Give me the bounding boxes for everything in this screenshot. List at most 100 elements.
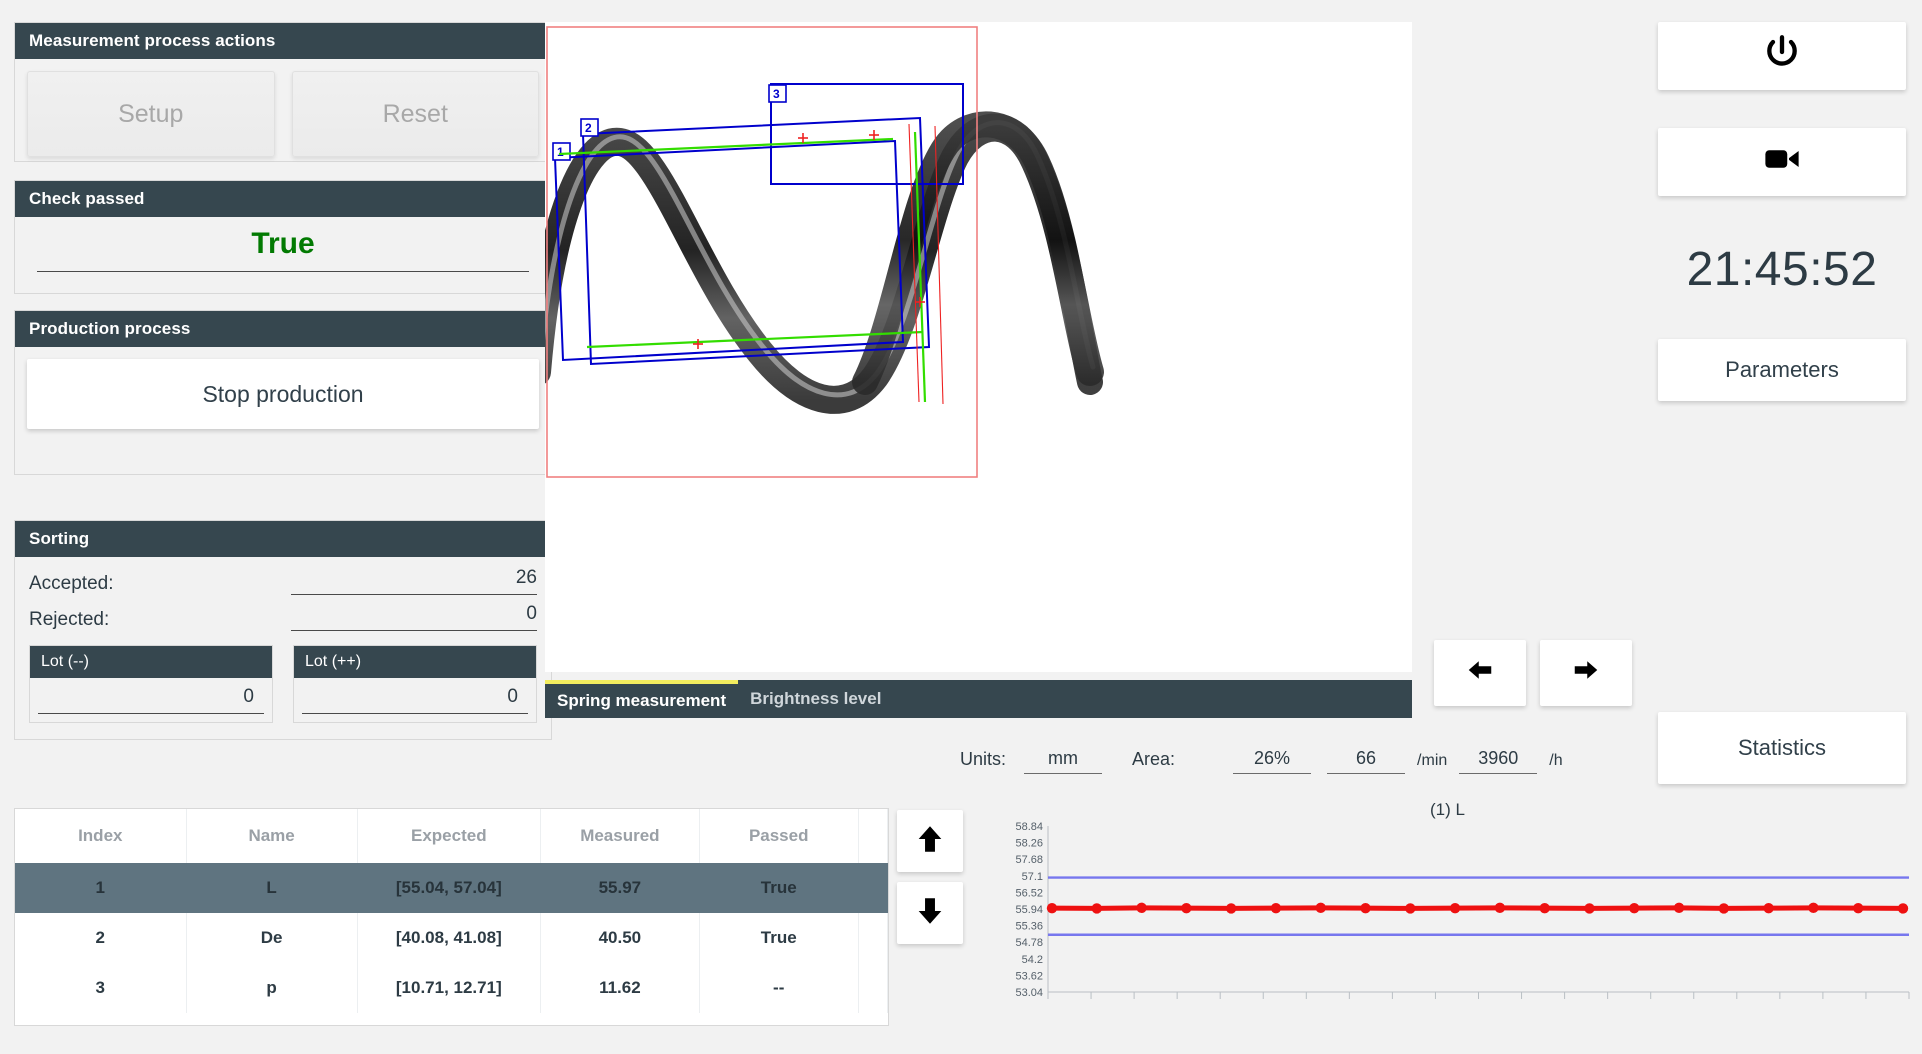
chart-data-point[interactable]	[1584, 903, 1595, 914]
clock-display: 21:45:52	[1686, 243, 1878, 296]
application-window: Measurement process actions Setup Reset …	[0, 0, 1922, 1054]
accepted-label: Accepted:	[29, 573, 114, 594]
rate-per-minute-field[interactable]: 66	[1327, 748, 1406, 774]
cell-measured: 11.62	[540, 963, 700, 1013]
column-header-passed: Passed	[699, 809, 859, 863]
accepted-value: 26	[291, 567, 537, 595]
measurement-results-table[interactable]: Index Name Expected Measured Passed 1 L …	[14, 808, 889, 1026]
cell-expected: [55.04, 57.04]	[357, 863, 541, 913]
cell-blank	[858, 913, 889, 963]
lot-minus-title: Lot (--)	[30, 646, 272, 678]
statistics-button[interactable]: Statistics	[1658, 712, 1906, 784]
stop-production-button[interactable]: Stop production	[27, 359, 539, 429]
units-value-field[interactable]: mm	[1024, 748, 1103, 774]
parameters-button[interactable]: Parameters	[1658, 339, 1906, 401]
chart-data-point[interactable]	[1225, 903, 1237, 914]
production-process-body: Stop production	[15, 347, 551, 441]
cell-passed: --	[699, 963, 859, 1013]
table-header-row: Index Name Expected Measured Passed	[15, 809, 889, 863]
lot-plus-pad	[294, 714, 536, 722]
setup-button[interactable]: Setup	[27, 71, 275, 157]
chart-data-point[interactable]	[1449, 902, 1461, 914]
chart-data-point[interactable]	[1673, 902, 1685, 914]
check-passed-value: True	[251, 227, 315, 260]
chart-y-tick-label: 58.84	[1015, 821, 1043, 833]
chart-data-point[interactable]	[1270, 902, 1282, 914]
chart-data-point[interactable]	[1181, 902, 1192, 914]
production-process-panel: Production process Stop production	[14, 310, 552, 475]
navigation-arrows	[1434, 640, 1632, 706]
reset-button[interactable]: Reset	[291, 71, 539, 157]
spring-measurement-overlay: 1 2 3	[545, 22, 1412, 672]
chart-y-tick-label: 57.68	[1015, 854, 1043, 866]
table-row[interactable]: 2 De [40.08, 41.08] 40.50 True	[15, 913, 889, 963]
sorting-panel: Sorting Accepted: 26 Rejected: 0 Lot (--…	[14, 520, 552, 740]
tab-brightness-level[interactable]: Brightness level	[738, 680, 893, 718]
sorting-body: Accepted: 26 Rejected: 0 Lot (--) 0 Lot …	[15, 557, 551, 729]
measurement-process-actions-body: Setup Reset	[15, 59, 551, 169]
rejected-value: 0	[291, 603, 537, 631]
chart-data-point[interactable]	[1136, 902, 1147, 914]
cell-name: p	[186, 963, 358, 1013]
chart-y-tick-label: 57.1	[1022, 871, 1043, 883]
chart-y-tick-label: 58.26	[1015, 838, 1043, 850]
rate-per-minute-unit: /min	[1417, 752, 1448, 769]
lot-plus-box: Lot (++) 0	[293, 645, 537, 723]
chart-y-tick-label: 55.94	[1015, 904, 1043, 916]
cell-index: 3	[15, 963, 187, 1013]
units-label: Units:	[960, 749, 1007, 769]
chart-data-point[interactable]	[1405, 903, 1416, 914]
chart-data-point[interactable]	[1091, 903, 1102, 914]
chart-data-point[interactable]	[1897, 903, 1909, 914]
check-passed-body: True	[15, 217, 551, 272]
scroll-up-button[interactable]	[897, 810, 963, 872]
roi-label-2: 2	[585, 121, 592, 135]
video-camera-icon	[1761, 138, 1803, 186]
chart-data-point[interactable]	[1046, 902, 1058, 914]
lot-counters-row: Lot (--) 0 Lot (++) 0	[29, 645, 537, 723]
spring-image-viewer[interactable]: 1 2 3	[545, 22, 1412, 672]
chart-y-tick-label: 53.04	[1015, 987, 1043, 999]
power-icon	[1762, 33, 1802, 79]
chart-data-point[interactable]	[1763, 902, 1774, 914]
cell-blank	[858, 963, 889, 1013]
column-header-blank	[858, 809, 889, 863]
column-header-expected: Expected	[357, 809, 541, 863]
chart-y-tick-label: 53.62	[1015, 970, 1043, 982]
power-button[interactable]	[1658, 22, 1906, 90]
units-and-area-row: Units: mm Area: 26% 66 /min 3960 /h	[960, 748, 1567, 774]
area-percent-field[interactable]: 26%	[1233, 748, 1312, 774]
accepted-row: Accepted: 26	[29, 567, 537, 595]
chart-data-point[interactable]	[1360, 902, 1371, 914]
chart-data-point[interactable]	[1718, 903, 1730, 914]
tab-spring-measurement[interactable]: Spring measurement	[545, 680, 739, 718]
chart-data-point[interactable]	[1315, 902, 1326, 914]
chart-data-point[interactable]	[1853, 902, 1864, 914]
previous-button[interactable]	[1434, 640, 1526, 706]
chart-canvas[interactable]: 58.84 58.26 57.68 57.1 56.52 55.94 55.36 54.78 5…	[990, 820, 1915, 1020]
cell-passed: True	[699, 913, 859, 963]
chart-data-point[interactable]	[1629, 902, 1640, 914]
table-row[interactable]: 1 L [55.04, 57.04] 55.97 True	[15, 863, 889, 913]
chart-data-point[interactable]	[1808, 902, 1819, 914]
measurement-process-actions-title: Measurement process actions	[15, 23, 551, 59]
table-navigation-buttons	[897, 810, 963, 944]
scroll-down-button[interactable]	[897, 882, 963, 944]
viewer-tab-bar: Spring measurement Brightness level	[545, 680, 1412, 718]
arrow-down-icon	[913, 894, 947, 933]
rate-per-hour-unit: /h	[1549, 752, 1563, 769]
rate-per-hour-field[interactable]: 3960	[1459, 748, 1538, 774]
cell-name: De	[186, 913, 358, 963]
roi-label-1: 1	[557, 145, 564, 159]
production-process-title: Production process	[15, 311, 551, 347]
lot-minus-pad	[30, 714, 272, 722]
chart-data-point[interactable]	[1539, 902, 1550, 914]
chart-y-tick-label: 54.78	[1015, 937, 1043, 949]
camera-button[interactable]	[1658, 128, 1906, 196]
cell-expected: [10.71, 12.71]	[357, 963, 541, 1013]
arrow-left-icon	[1461, 655, 1499, 691]
next-button[interactable]	[1540, 640, 1632, 706]
check-passed-title: Check passed	[15, 181, 551, 217]
table-row[interactable]: 3 p [10.71, 12.71] 11.62 --	[15, 963, 889, 1013]
chart-data-point[interactable]	[1494, 902, 1506, 914]
